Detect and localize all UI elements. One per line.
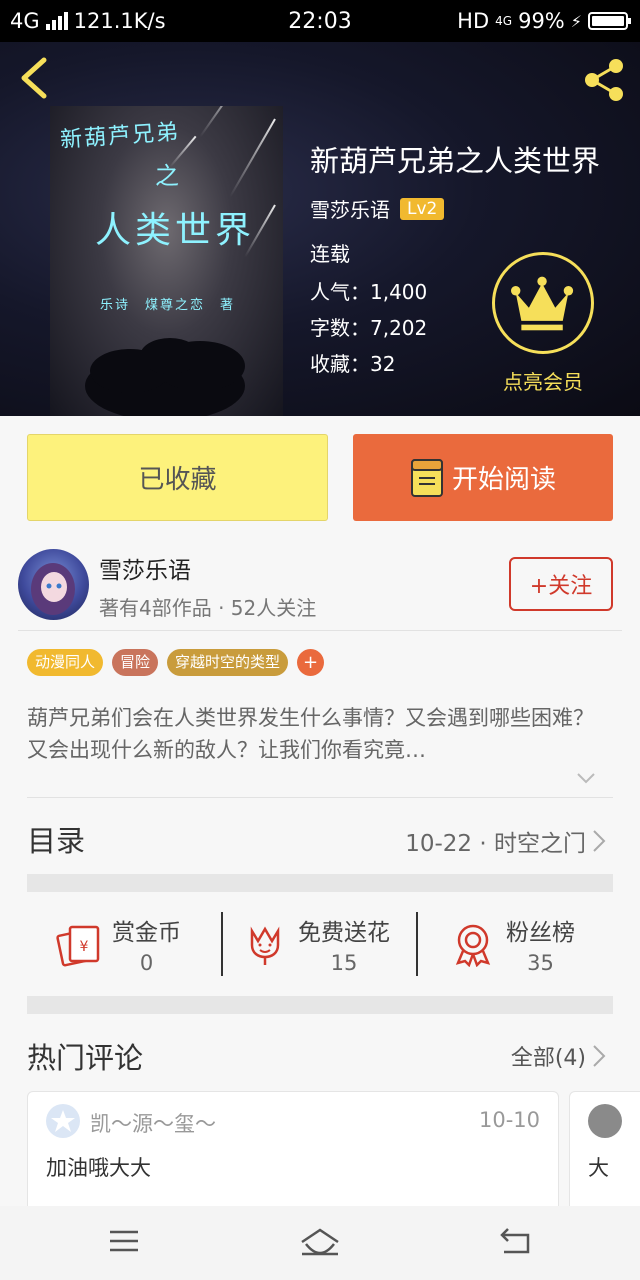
cover-title-line3: 人类世界 [95,210,256,251]
book-icon [410,458,443,497]
book-cover[interactable]: 新葫芦兄弟 之 人类世界 乐诗 煤尊之恋 著 [50,106,283,416]
author-stats: 著有4部作品 · 52人关注 [99,596,317,620]
cover-author: 乐诗 煤尊之恋 著 [100,298,236,313]
stat-separator [221,912,223,976]
section-band [27,874,613,892]
vip-label[interactable]: 点亮会员 [480,366,606,395]
reward-coins[interactable]: ¥ 赏金币 0 [56,912,181,976]
tag-list: 动漫同人 冒险 穿越时空的类型 + [27,649,325,676]
favorite-count: 收藏：32 [310,352,396,376]
hd-indicator: HD [457,9,490,33]
system-nav-bar [0,1206,640,1280]
star-icon [51,1110,75,1132]
tag-adventure[interactable]: 冒险 [112,649,159,676]
battery-percent: 99% [518,9,565,33]
book-author[interactable]: 雪莎乐语 [310,194,390,223]
author-name[interactable]: 雪莎乐语 [99,551,191,585]
toc-latest-chapter[interactable]: 10-22 · 时空之门 [405,824,606,858]
word-count: 字数：7,202 [310,316,428,340]
chevron-right-icon [593,830,606,852]
fan-ranking[interactable]: 粉丝榜 35 [450,912,575,976]
serial-status: 连载 [310,242,350,266]
svg-text:¥: ¥ [80,939,89,955]
latest-chapter-text: 10-22 · 时空之门 [405,831,586,857]
medal-icon [455,924,491,967]
section-band [27,996,613,1014]
comment-card[interactable]: 大 [569,1091,640,1221]
back-arrow-icon[interactable] [16,56,52,100]
red-envelope-icon: ¥ [56,925,100,967]
flower-icon [250,926,280,965]
cover-title-line1: 新葫芦兄弟 [59,119,181,154]
battery-icon [588,12,631,30]
free-flowers[interactable]: 免费送花 15 [242,912,390,976]
chevron-down-icon[interactable] [576,772,596,784]
tree-silhouette [85,338,245,416]
free-flowers-label: 免费送花 [298,920,390,946]
all-comments-link[interactable]: 全部(4) [511,1040,606,1072]
home-icon[interactable] [298,1226,342,1258]
start-reading-button[interactable]: 开始阅读 [353,434,613,521]
reward-coins-label: 赏金币 [112,920,181,946]
level-badge: Lv2 [400,197,445,220]
book-author-row: 雪莎乐语 Lv2 [310,194,445,223]
all-comments-text: 全部(4) [510,1046,586,1071]
comment-date: 10-10 [478,1108,540,1132]
menu-icon[interactable] [108,1226,140,1256]
cover-title-line2: 之 [155,162,179,190]
vip-badge[interactable] [492,252,594,354]
start-reading-label: 开始阅读 [451,465,556,495]
popularity: 人气：1,400 [310,280,428,304]
book-description[interactable]: 葫芦兄弟们会在人类世界发生什么事情？又会遇到哪些困难？又会出现什么新的敌人？让我… [27,702,613,766]
commenter-avatar[interactable] [588,1104,622,1138]
add-tag-button[interactable]: + [297,649,325,676]
tag-time-travel[interactable]: 穿越时空的类型 [167,649,289,676]
book-header: 新葫芦兄弟 之 人类世界 乐诗 煤尊之恋 著 新葫芦兄弟之人类世界 雪莎乐语 L… [0,42,640,416]
comment-text: 加油哦大大 [46,1156,151,1180]
fan-ranking-value: 35 [527,951,554,975]
commenter-avatar[interactable] [46,1104,80,1138]
crown-icon [511,276,574,331]
free-flowers-value: 15 [330,951,358,975]
divider [27,797,613,798]
back-icon[interactable] [498,1226,532,1256]
follow-button[interactable]: +关注 [509,557,613,611]
favorited-button[interactable]: 已收藏 [27,434,328,521]
toc-label[interactable]: 目录 [27,818,85,860]
author-avatar[interactable] [18,549,89,620]
commenter-name: 凯～源～玺～ [90,1112,216,1136]
tag-anime[interactable]: 动漫同人 [27,649,104,676]
share-icon[interactable] [580,56,628,104]
hot-comments-label: 热门评论 [27,1041,144,1075]
reward-coins-value: 0 [139,951,154,975]
comment-card[interactable]: 凯～源～玺～ 10-10 加油哦大大 [27,1091,559,1221]
fan-ranking-label: 粉丝榜 [506,920,575,946]
divider [18,630,622,631]
status-bar: 4G 121.1K/s 22:03 HD 4G 99% ⚡ [0,0,640,42]
stat-separator [416,912,418,976]
charging-icon: ⚡ [570,11,582,31]
chevron-right-icon [593,1045,606,1067]
network-type-2: 4G [495,14,513,28]
book-title: 新葫芦兄弟之人类世界 [310,144,601,178]
comment-text: 大 [588,1156,609,1180]
